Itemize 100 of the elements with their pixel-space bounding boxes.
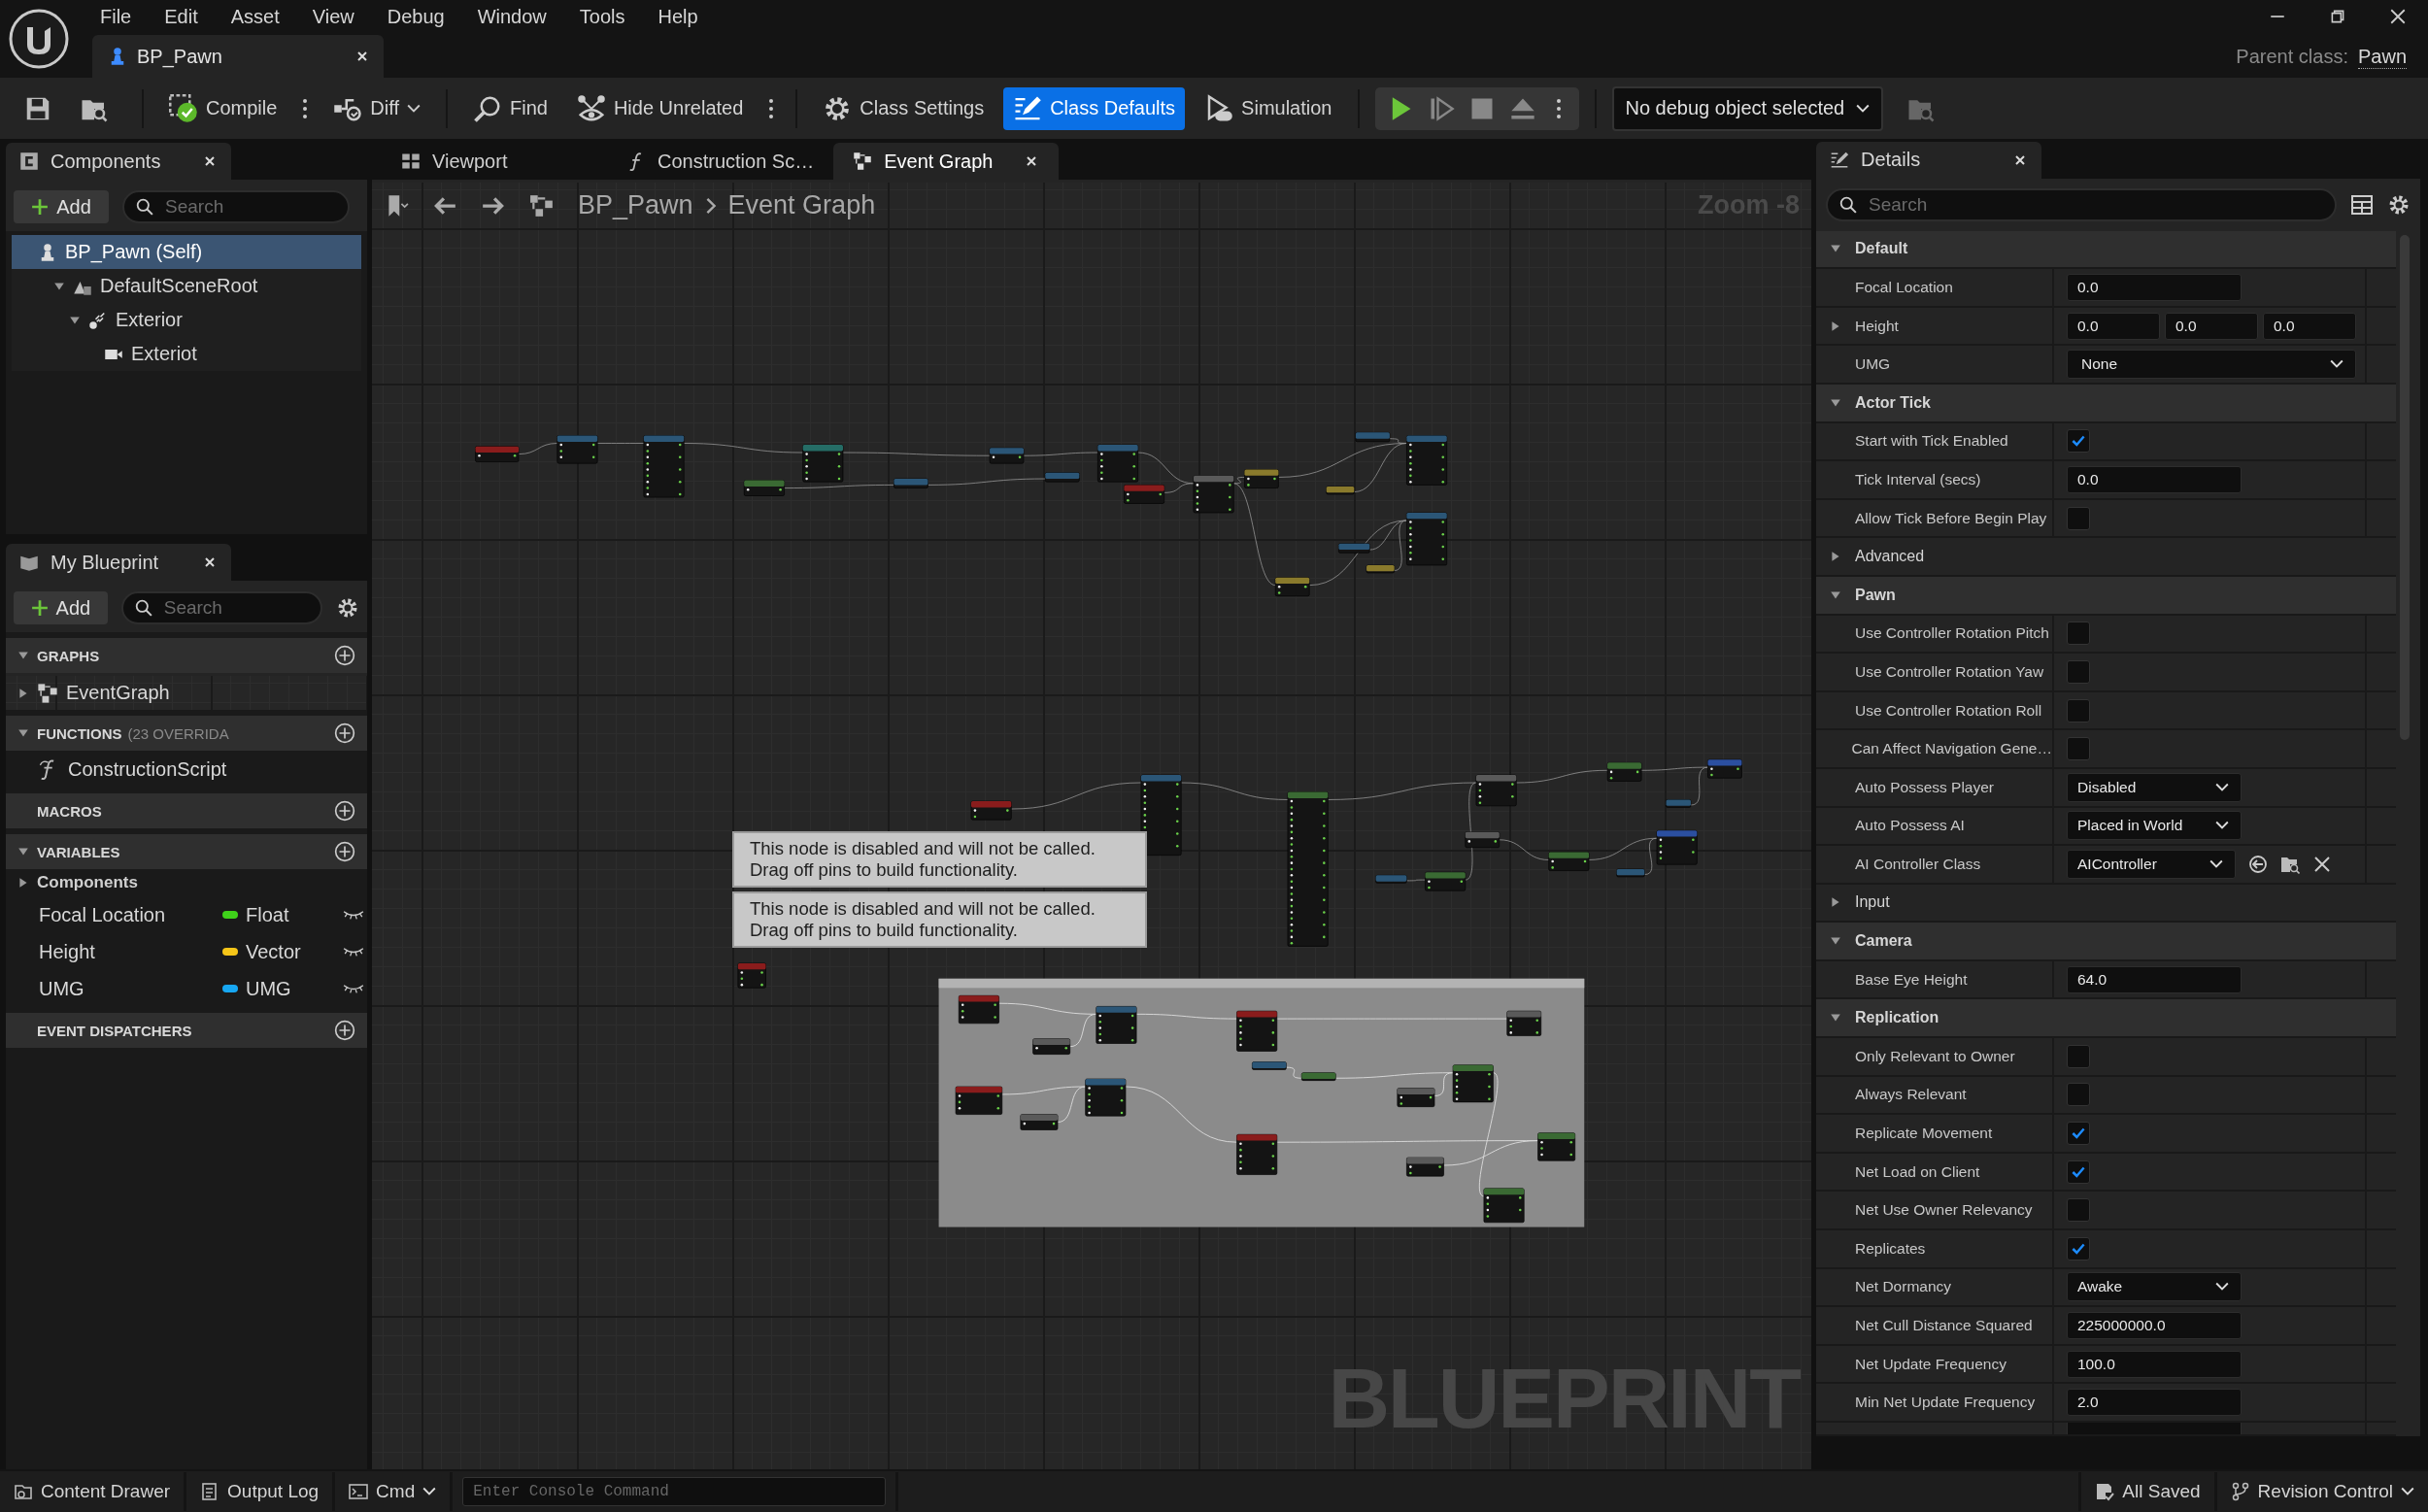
checkbox[interactable]: [2067, 659, 2090, 684]
graph-node[interactable]: [1124, 485, 1165, 504]
blueprint-item[interactable]: ConstructionScript: [6, 751, 367, 788]
checkbox[interactable]: [2067, 1159, 2090, 1184]
graph-node[interactable]: [1236, 1133, 1278, 1175]
menu-item[interactable]: View: [295, 5, 371, 28]
add-circle-icon[interactable]: [334, 800, 355, 822]
add-circle-icon[interactable]: [334, 841, 355, 862]
graph-node[interactable]: [1483, 1188, 1525, 1224]
closed-eye-icon[interactable]: [343, 946, 364, 958]
blueprint-item[interactable]: Components: [6, 869, 367, 896]
number-field[interactable]: 64.0: [2067, 965, 2242, 993]
graph-node[interactable]: [989, 447, 1025, 464]
checkbox[interactable]: [2067, 1122, 2090, 1146]
graph-node[interactable]: [1656, 829, 1698, 865]
add-button[interactable]: Add: [14, 591, 108, 624]
add-circle-icon[interactable]: [334, 1020, 355, 1041]
expand-arrow-icon[interactable]: [53, 280, 65, 292]
toolbar-button[interactable]: Hide Unrelated: [566, 86, 754, 130]
toolbar-button[interactable]: Find: [463, 86, 557, 130]
close-icon[interactable]: [2389, 8, 2407, 25]
search-field[interactable]: Search: [120, 591, 322, 624]
engine-logo-icon[interactable]: [8, 8, 70, 70]
more-options-icon[interactable]: [768, 97, 775, 119]
graph-node[interactable]: [556, 435, 598, 464]
expand-arrow-icon[interactable]: [1830, 319, 1841, 332]
expand-arrow-icon[interactable]: [17, 687, 29, 699]
expand-arrow-icon[interactable]: [1830, 396, 1841, 409]
document-tab[interactable]: Event Graph: [833, 143, 1060, 180]
expand-arrow-icon[interactable]: [69, 314, 81, 326]
number-field[interactable]: 225000000.0: [2067, 1312, 2242, 1339]
graph-node[interactable]: [955, 1086, 1003, 1115]
graph-node[interactable]: [1274, 577, 1310, 597]
document-tab[interactable]: BP_Pawn: [92, 35, 384, 78]
category-header[interactable]: Default: [1816, 230, 2396, 270]
graph-node[interactable]: [1338, 543, 1370, 554]
graph-node[interactable]: [1397, 1088, 1435, 1107]
checkbox[interactable]: [2067, 1044, 2090, 1068]
category-header[interactable]: Actor Tick: [1816, 384, 2396, 423]
graph-node[interactable]: [1406, 435, 1448, 486]
graph-node[interactable]: [1616, 868, 1645, 878]
blueprint-item[interactable]: Height Vector: [6, 933, 367, 970]
status-button[interactable]: Revision Control: [2213, 1472, 2428, 1511]
document-tab[interactable]: Construction Sc…: [607, 143, 834, 180]
expand-arrow-icon[interactable]: [1830, 588, 1841, 601]
graph-node[interactable]: [1475, 774, 1517, 807]
menu-item[interactable]: Edit: [148, 5, 215, 28]
graph-node[interactable]: [970, 800, 1012, 821]
toolbar-button[interactable]: Class Defaults: [1003, 86, 1186, 130]
more-options-icon[interactable]: [302, 97, 309, 119]
number-field[interactable]: 100.0: [2067, 1350, 2242, 1378]
status-button[interactable]: Content Drawer: [0, 1472, 187, 1511]
section-header[interactable]: GRAPHS: [6, 638, 367, 673]
toolbar-button[interactable]: Compile: [159, 86, 287, 130]
menu-item[interactable]: File: [88, 5, 149, 28]
expand-arrow-icon[interactable]: [17, 727, 29, 739]
table-view-icon[interactable]: [2350, 192, 2374, 217]
dropdown[interactable]: Awake: [2067, 1272, 2242, 1302]
tree-item[interactable]: BP_Pawn (Self): [12, 235, 361, 269]
category-header[interactable]: Camera: [1816, 923, 2396, 961]
graph-node[interactable]: [1375, 875, 1407, 884]
graph-node[interactable]: [1096, 1006, 1137, 1044]
graph-node[interactable]: [1452, 1064, 1494, 1103]
graph-node[interactable]: [1666, 799, 1692, 808]
menu-item[interactable]: Window: [460, 5, 563, 28]
number-field[interactable]: 0.0: [2067, 274, 2242, 301]
panel-tab[interactable]: Components: [6, 143, 231, 180]
graph-node[interactable]: [743, 480, 785, 496]
graph-node[interactable]: [1287, 791, 1329, 947]
graph-node[interactable]: [1425, 871, 1467, 891]
graph-node[interactable]: [1537, 1132, 1576, 1161]
toolbar-button[interactable]: Diff: [323, 86, 430, 130]
checkbox[interactable]: [2067, 506, 2090, 530]
graph-node[interactable]: [1252, 1061, 1287, 1070]
expand-arrow-icon[interactable]: [17, 846, 29, 857]
settings-icon[interactable]: [336, 596, 359, 620]
status-button[interactable]: All Saved: [2078, 1472, 2214, 1511]
clear-icon[interactable]: [2312, 854, 2332, 874]
closed-eye-icon[interactable]: [343, 909, 364, 921]
add-circle-icon[interactable]: [334, 722, 355, 744]
menu-item[interactable]: Tools: [562, 5, 642, 28]
console-input[interactable]: Enter Console Command: [462, 1477, 887, 1506]
checkbox[interactable]: [2067, 737, 2090, 761]
graph-node[interactable]: [1097, 444, 1138, 483]
graph-node[interactable]: [1045, 472, 1080, 483]
graph-node[interactable]: [1465, 831, 1501, 849]
graph-canvas[interactable]: [372, 180, 1811, 1469]
status-button[interactable]: Output Log: [186, 1472, 336, 1511]
expand-arrow-icon[interactable]: [17, 877, 29, 889]
checkbox[interactable]: [2067, 622, 2090, 646]
checkbox[interactable]: [2067, 698, 2090, 722]
more-options-icon[interactable]: [1555, 97, 1562, 119]
graph-node[interactable]: [1032, 1038, 1071, 1055]
debug-object-dropdown[interactable]: No debug object selected: [1611, 85, 1884, 131]
panel-tab[interactable]: Details: [1816, 141, 2041, 179]
graph-node[interactable]: [1193, 475, 1234, 514]
checkbox[interactable]: [2067, 1198, 2090, 1223]
number-field[interactable]: 2.0: [2067, 1389, 2242, 1417]
section-header[interactable]: FUNCTIONS (23 OVERRIDA: [6, 716, 367, 751]
category-header[interactable]: Replication: [1816, 999, 2396, 1039]
